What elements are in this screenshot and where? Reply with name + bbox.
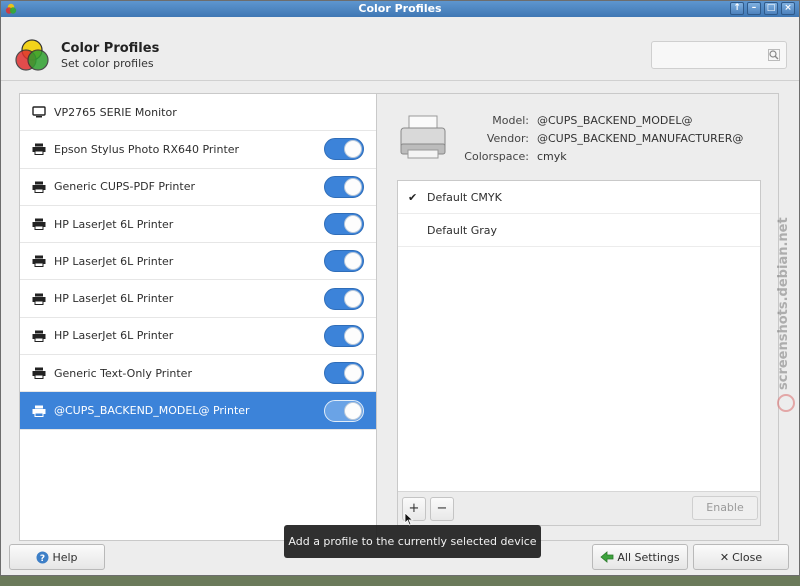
profile-list: ✔ Default CMYK Default Gray + − Enable bbox=[397, 180, 761, 526]
printer-large-icon bbox=[400, 115, 446, 159]
device-enable-toggle[interactable] bbox=[324, 138, 364, 161]
profile-name: Default Gray bbox=[427, 224, 497, 237]
model-info: Model: @CUPS_BACKEND_MODEL@ bbox=[443, 114, 692, 127]
device-label: HP LaserJet 6L Printer bbox=[54, 329, 174, 343]
monitor-icon bbox=[32, 106, 46, 118]
profile-name: Default CMYK bbox=[427, 191, 502, 204]
device-list: VP2765 SERIE Monitor Epson Stylus Photo … bbox=[19, 93, 377, 541]
toggle-knob bbox=[344, 215, 362, 234]
device-label: HP LaserJet 6L Printer bbox=[54, 254, 174, 268]
all-settings-label: All Settings bbox=[617, 550, 680, 564]
device-enable-toggle[interactable] bbox=[324, 399, 364, 422]
model-value: @CUPS_BACKEND_MODEL@ bbox=[537, 114, 693, 127]
printer-icon bbox=[32, 143, 46, 156]
device-label: Epson Stylus Photo RX640 Printer bbox=[54, 142, 240, 156]
toggle-knob bbox=[344, 289, 362, 308]
remove-profile-button[interactable]: − bbox=[430, 497, 454, 521]
svg-text:?: ? bbox=[40, 554, 45, 564]
close-button[interactable]: ✕ Close bbox=[693, 544, 789, 570]
profile-row[interactable]: Default Gray bbox=[398, 214, 760, 247]
device-label: HP LaserJet 6L Printer bbox=[54, 217, 174, 231]
profile-toolbar: + − Enable bbox=[398, 491, 760, 525]
device-enable-toggle[interactable] bbox=[324, 175, 364, 198]
device-label: VP2765 SERIE Monitor bbox=[54, 105, 177, 119]
colorspace-info: Colorspace: cmyk bbox=[443, 150, 567, 163]
vendor-label: Vendor: bbox=[486, 132, 529, 145]
device-row[interactable]: HP LaserJet 6L Printer bbox=[20, 243, 376, 281]
help-button[interactable]: ? Help bbox=[9, 544, 105, 570]
device-enable-toggle[interactable] bbox=[324, 250, 364, 273]
watermark: screenshots.debian.net bbox=[776, 217, 791, 390]
page-subtitle: Set color profiles bbox=[61, 57, 154, 70]
profile-row[interactable]: ✔ Default CMYK bbox=[398, 181, 760, 214]
printer-icon bbox=[32, 293, 46, 305]
color-profiles-window: Color Profiles ↑ – □ × Color Profiles Se… bbox=[0, 0, 800, 576]
all-settings-button[interactable]: All Settings bbox=[592, 544, 688, 570]
enable-profile-button[interactable]: Enable bbox=[692, 496, 758, 520]
tooltip: Add a profile to the currently selected … bbox=[284, 525, 541, 558]
vendor-info: Vendor: @CUPS_BACKEND_MANUFACTURER@ bbox=[443, 132, 744, 145]
device-row[interactable]: Epson Stylus Photo RX640 Printer bbox=[20, 131, 376, 169]
check-icon: ✔ bbox=[408, 191, 418, 204]
vendor-value: @CUPS_BACKEND_MANUFACTURER@ bbox=[537, 132, 744, 145]
header: Color Profiles Set color profiles bbox=[1, 17, 799, 81]
device-details-panel: Model: @CUPS_BACKEND_MODEL@ Vendor: @CUPS_… bbox=[377, 93, 779, 541]
close-icon: ✕ bbox=[719, 550, 730, 564]
printer-icon bbox=[32, 330, 46, 342]
printer-icon bbox=[32, 367, 46, 380]
device-label: @CUPS_BACKEND_MODEL@ Printer bbox=[54, 404, 250, 418]
toggle-knob bbox=[344, 401, 362, 420]
search-input[interactable] bbox=[651, 41, 787, 69]
device-row[interactable]: Generic Text-Only Printer bbox=[20, 355, 376, 393]
minimize-button[interactable]: – bbox=[747, 2, 761, 15]
mouse-cursor-icon bbox=[404, 512, 414, 526]
page-title: Color Profiles bbox=[61, 41, 160, 56]
watermark-logo-icon bbox=[777, 394, 795, 412]
device-enable-toggle[interactable] bbox=[324, 362, 364, 385]
maximize-button[interactable]: □ bbox=[764, 2, 778, 15]
device-row[interactable]: HP LaserJet 6L Printer bbox=[20, 280, 376, 318]
device-enable-toggle[interactable] bbox=[324, 213, 364, 236]
help-label: Help bbox=[52, 550, 78, 564]
device-enable-toggle[interactable] bbox=[324, 324, 364, 347]
printer-icon bbox=[32, 218, 46, 231]
device-row-selected[interactable]: @CUPS_BACKEND_MODEL@ Printer bbox=[20, 392, 376, 430]
help-icon: ? bbox=[36, 551, 49, 564]
shade-button[interactable]: ↑ bbox=[730, 2, 744, 15]
app-icon bbox=[5, 3, 17, 14]
device-label: Generic CUPS-PDF Printer bbox=[54, 180, 195, 194]
device-enable-toggle[interactable] bbox=[324, 287, 364, 310]
printer-icon bbox=[32, 255, 46, 268]
toggle-knob bbox=[344, 326, 362, 345]
device-row[interactable]: Generic CUPS-PDF Printer bbox=[20, 169, 376, 206]
toggle-knob bbox=[344, 364, 362, 383]
window-title: Color Profiles bbox=[358, 2, 442, 15]
device-label: HP LaserJet 6L Printer bbox=[54, 292, 174, 306]
search-icon bbox=[768, 49, 780, 61]
toggle-knob bbox=[344, 252, 362, 271]
device-label: Generic Text-Only Printer bbox=[54, 366, 192, 380]
printer-icon bbox=[32, 405, 46, 417]
color-profiles-logo-icon bbox=[15, 39, 49, 71]
colorspace-label: Colorspace: bbox=[464, 150, 529, 163]
device-row[interactable]: HP LaserJet 6L Printer bbox=[20, 318, 376, 356]
close-window-button[interactable]: × bbox=[781, 2, 795, 15]
toggle-knob bbox=[344, 177, 362, 196]
colorspace-value: cmyk bbox=[537, 150, 567, 163]
close-label: Close bbox=[732, 550, 763, 564]
model-label: Model: bbox=[492, 114, 529, 127]
printer-icon bbox=[32, 181, 46, 193]
device-row[interactable]: VP2765 SERIE Monitor bbox=[20, 94, 376, 132]
back-arrow-icon bbox=[600, 551, 614, 563]
device-row[interactable]: HP LaserJet 6L Printer bbox=[20, 206, 376, 244]
title-bar[interactable]: Color Profiles ↑ – □ × bbox=[1, 1, 799, 17]
toggle-knob bbox=[344, 140, 362, 159]
